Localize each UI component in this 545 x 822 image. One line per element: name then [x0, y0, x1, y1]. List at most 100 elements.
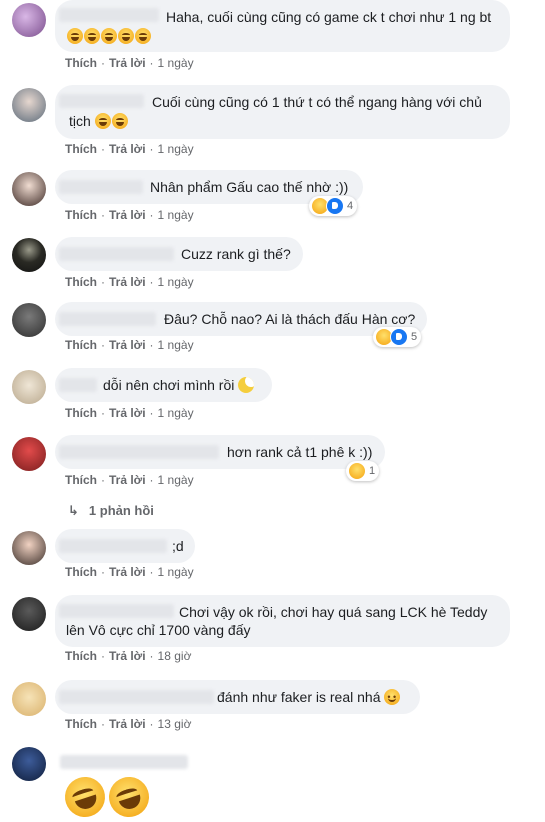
separator: ·: [101, 406, 105, 420]
separator: ·: [101, 473, 105, 487]
comment-bubble: ;d: [55, 529, 195, 563]
comment-actions: Thích · Trả lời · 13 giờ: [65, 717, 191, 731]
replies-count-text: 1 phản hồi: [88, 503, 154, 518]
reactions-summary[interactable]: 4: [309, 196, 358, 216]
like-link[interactable]: Thích: [65, 406, 97, 420]
comment-text: đánh như faker is real nhá: [217, 688, 401, 706]
separator: ·: [101, 208, 105, 222]
avatar[interactable]: [12, 682, 46, 716]
separator: ·: [149, 56, 154, 70]
timestamp[interactable]: 18 giờ: [158, 649, 192, 663]
comment-text: Chơi vậy ok rồi, chơi hay quá sang LCK h…: [179, 604, 488, 620]
author-name-redacted[interactable]: [59, 247, 174, 261]
laughing-emoji-icon: [135, 28, 151, 44]
reply-link[interactable]: Trả lời: [109, 565, 146, 579]
avatar[interactable]: [12, 238, 46, 272]
reactions-summary[interactable]: 5: [373, 327, 422, 347]
reaction-count: 4: [347, 200, 354, 212]
like-link[interactable]: Thích: [65, 649, 97, 663]
separator: ·: [101, 56, 105, 70]
comment-text-line: dỗi nên chơi mình rồi: [103, 377, 235, 393]
separator: ·: [101, 142, 105, 156]
timestamp[interactable]: 1 ngày: [158, 565, 194, 579]
reply-arrow-icon: ↳: [68, 503, 79, 518]
like-link[interactable]: Thích: [65, 208, 97, 222]
laughing-emoji-icon: [111, 113, 128, 129]
laughing-emoji-icon: [118, 28, 134, 44]
reactions-summary[interactable]: 1: [346, 461, 380, 481]
author-name-redacted[interactable]: [59, 604, 174, 618]
like-link[interactable]: Thích: [65, 565, 97, 579]
separator: ·: [149, 406, 154, 420]
comment-bubble: hơn rank cả t1 phê k :)): [55, 435, 385, 469]
separator: ·: [149, 565, 154, 579]
reply-link[interactable]: Trả lời: [109, 208, 146, 222]
reply-link[interactable]: Trả lời: [109, 275, 146, 289]
timestamp[interactable]: 1 ngày: [158, 142, 194, 156]
avatar[interactable]: [12, 747, 46, 781]
reply-link[interactable]: Trả lời: [109, 473, 146, 487]
author-name-redacted[interactable]: [59, 312, 156, 326]
author-name-redacted[interactable]: [60, 755, 188, 769]
separator: ·: [149, 142, 154, 156]
avatar[interactable]: [12, 3, 46, 37]
avatar[interactable]: [12, 437, 46, 471]
like-link[interactable]: Thích: [65, 717, 97, 731]
separator: ·: [101, 717, 105, 731]
avatar[interactable]: [12, 531, 46, 565]
comment-text: Cuzz rank gì thế?: [181, 246, 291, 262]
comment-text: ;d: [172, 538, 184, 554]
timestamp[interactable]: 1 ngày: [158, 56, 194, 70]
like-link[interactable]: Thích: [65, 473, 97, 487]
author-name-redacted[interactable]: [59, 94, 144, 108]
moon-emoji-icon: [238, 377, 255, 393]
author-name-redacted[interactable]: [59, 690, 214, 704]
reply-link[interactable]: Trả lời: [109, 717, 146, 731]
reply-link[interactable]: Trả lời: [109, 406, 146, 420]
large-emoji-row: [59, 771, 155, 822]
comment-actions: Thích · Trả lời · 1 ngày: [65, 473, 194, 487]
comment-text-line: tịch: [69, 113, 91, 129]
like-reaction-icon: [390, 328, 408, 346]
comment-bubble: Cuối cùng cũng có 1 thứ t có thể ngang h…: [55, 85, 510, 139]
comment-text: Đâu? Chỗ nao? Ai là thách đấu Hàn cơ?: [164, 311, 416, 327]
avatar[interactable]: [12, 597, 46, 631]
separator: ·: [149, 473, 154, 487]
reply-link[interactable]: Trả lời: [109, 338, 146, 352]
comment-actions: Thích · Trả lời · 1 ngày: [65, 338, 194, 352]
reply-link[interactable]: Trả lời: [109, 649, 146, 663]
author-name-redacted[interactable]: [59, 8, 159, 22]
author-name-redacted[interactable]: [59, 445, 219, 459]
timestamp[interactable]: 1 ngày: [158, 208, 194, 222]
reply-link[interactable]: Trả lời: [109, 56, 146, 70]
like-link[interactable]: Thích: [65, 56, 97, 70]
author-name-redacted[interactable]: [59, 180, 143, 194]
reply-link[interactable]: Trả lời: [109, 142, 146, 156]
timestamp[interactable]: 1 ngày: [158, 338, 194, 352]
avatar[interactable]: [12, 172, 46, 206]
comment-actions: Thích · Trả lời · 1 ngày: [65, 56, 194, 70]
comment-actions: Thích · Trả lời · 1 ngày: [65, 275, 194, 289]
author-name-redacted[interactable]: [59, 378, 97, 392]
like-link[interactable]: Thích: [65, 275, 97, 289]
comment-text: Haha, cuối cùng cũng có game ck t chơi n…: [166, 9, 492, 25]
separator: ·: [149, 649, 154, 663]
timestamp[interactable]: 13 giờ: [158, 717, 192, 731]
timestamp[interactable]: 1 ngày: [158, 275, 194, 289]
emoji-row: [67, 27, 152, 45]
like-link[interactable]: Thích: [65, 338, 97, 352]
comment-actions: Thích · Trả lời · 1 ngày: [65, 565, 194, 579]
timestamp[interactable]: 1 ngày: [158, 473, 194, 487]
avatar[interactable]: [12, 303, 46, 337]
comment-bubble: Cuzz rank gì thế?: [55, 237, 303, 271]
avatar[interactable]: [12, 88, 46, 122]
author-name-redacted[interactable]: [59, 539, 167, 553]
comment-text: hơn rank cả t1 phê k :)): [227, 444, 373, 460]
rolling-laughing-emoji-icon: [103, 771, 155, 822]
view-replies-link[interactable]: ↳ 1 phản hồi: [68, 503, 154, 519]
comment-actions: Thích · Trả lời · 1 ngày: [65, 142, 194, 156]
laughing-emoji-icon: [84, 28, 100, 44]
like-link[interactable]: Thích: [65, 142, 97, 156]
avatar[interactable]: [12, 370, 46, 404]
timestamp[interactable]: 1 ngày: [158, 406, 194, 420]
